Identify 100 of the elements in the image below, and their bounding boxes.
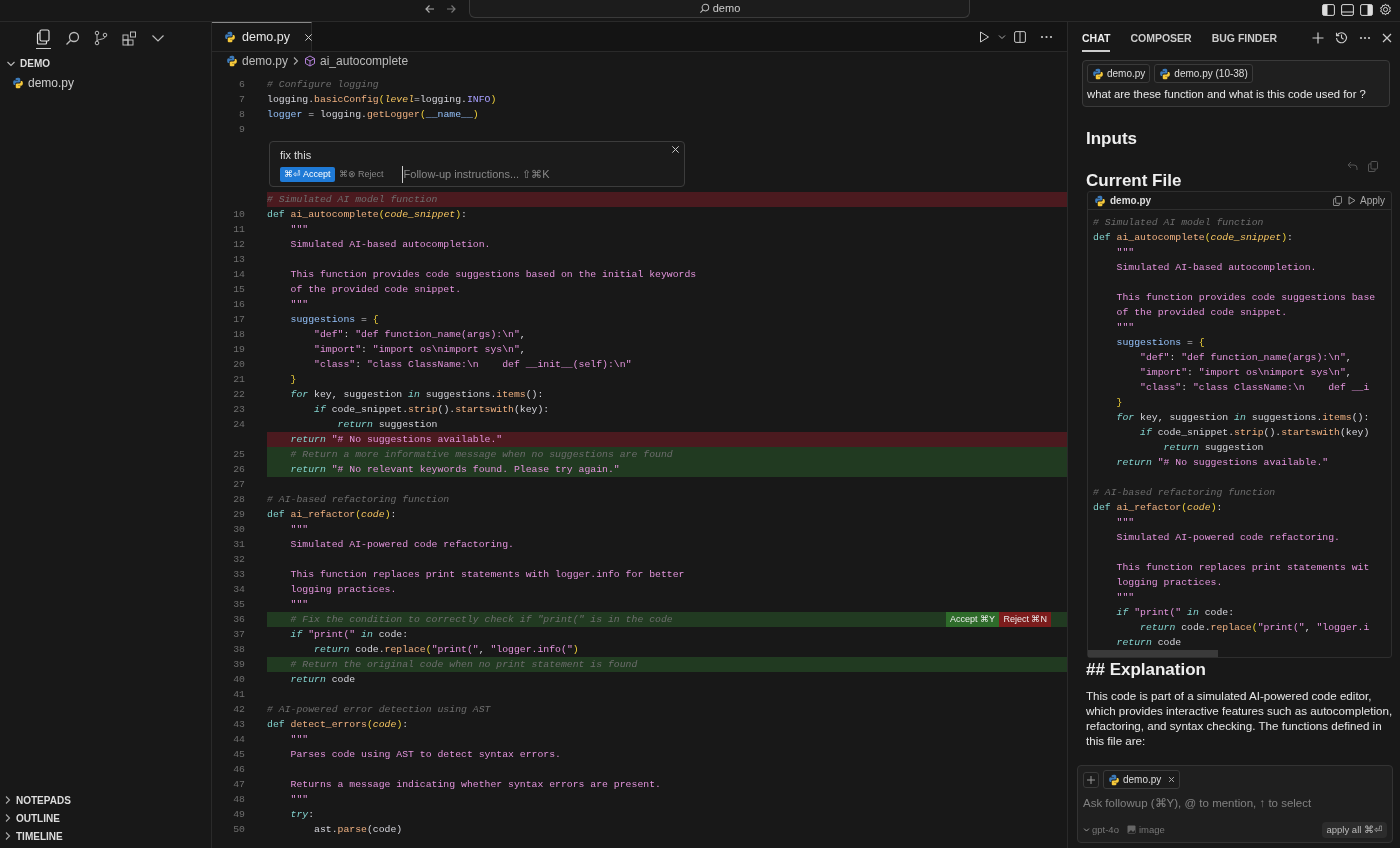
code-line: """ (1115, 591, 1136, 605)
branch-icon[interactable] (94, 30, 108, 46)
add-context-button[interactable] (1083, 771, 1099, 788)
panel-header[interactable]: NOTEPADS (16, 792, 71, 808)
line-number: 11 (232, 223, 246, 237)
accept-button[interactable]: Accept ⌘Y (945, 612, 999, 627)
reject-button[interactable]: ⌘⊗ Reject (334, 166, 388, 182)
code-line: def ai_refactor(code): (267, 508, 398, 522)
line-number: 43 (232, 718, 246, 732)
search-field[interactable]: demo (469, 0, 970, 18)
back-icon[interactable] (424, 3, 436, 15)
more-icon[interactable] (1359, 35, 1371, 40)
line-number: 40 (232, 673, 246, 687)
model-selector[interactable]: gpt-4o (1083, 822, 1119, 837)
code-line: "def": "def function_name(args):\n", (1139, 351, 1353, 365)
code-line: """ (289, 733, 310, 747)
panel-header[interactable]: OUTLINE (16, 810, 60, 826)
settings-icon[interactable] (1379, 3, 1392, 16)
forward-icon[interactable] (445, 3, 457, 15)
code-line: "import": "import os\nimport sys\n", (1139, 366, 1353, 380)
code-line: suggestions = { (289, 313, 380, 327)
apply-all-button[interactable]: apply all ⌘⏎ (1321, 821, 1387, 838)
breadcrumb-item[interactable]: ai_autocomplete (320, 52, 409, 70)
left-panel-icon[interactable] (1322, 3, 1335, 16)
search-icon[interactable] (65, 30, 80, 46)
code-line: This function replaces print statements with logger.info for better (289, 568, 686, 582)
code-line: if "print(" in code: (289, 628, 410, 642)
accept-button[interactable]: ⌘⏎ Accept (280, 166, 335, 182)
code-line: of the provided code snippet. (1115, 306, 1288, 320)
line-number: 50 (232, 823, 246, 837)
line-number: 41 (232, 688, 246, 702)
code-line: "import": "import os\nimport sys\n", (313, 343, 527, 357)
close-icon[interactable] (1168, 776, 1176, 783)
code-line: This function provides code suggestions base (1115, 291, 1377, 305)
code-line: try: (289, 808, 316, 822)
prompt-text: fix this (280, 148, 313, 162)
line-number: 45 (232, 748, 246, 762)
cube-icon (304, 55, 317, 67)
breadcrumb-item[interactable]: demo.py (242, 52, 289, 70)
followup-field[interactable]: Ask followup (⌘Y), @ to mention, ↑ to select (1083, 795, 1387, 813)
close-icon[interactable] (303, 32, 313, 42)
play-icon (1348, 196, 1356, 205)
line-number: 44 (232, 733, 246, 747)
close-icon[interactable] (671, 145, 680, 154)
tab-label: demo.py (242, 28, 290, 46)
caret-icon[interactable] (998, 33, 1006, 40)
folder-name[interactable]: DEMO (20, 56, 50, 71)
code-line: This function provides code suggestions based on the initial keywords (289, 268, 698, 282)
copy-icon[interactable] (1368, 161, 1378, 172)
code-line: } (1115, 396, 1124, 410)
undo-icon[interactable] (1347, 161, 1358, 171)
follow-up-field[interactable]: Follow-up instructions... ⇧⌘K (401, 166, 602, 183)
code-line: for key, suggestion in suggestions.items(): (289, 388, 545, 402)
panel-tab[interactable]: CHAT (1082, 25, 1111, 52)
file-name[interactable]: demo.py (28, 73, 75, 92)
more-icon[interactable] (1040, 34, 1053, 39)
split-editor-icon[interactable] (1014, 30, 1026, 43)
line-number: 15 (232, 283, 246, 297)
file-chip[interactable]: demo.py (1087, 64, 1151, 83)
history-icon[interactable] (1335, 31, 1348, 44)
line-number: 47 (232, 778, 246, 792)
code-line: if "print(" in code: (1115, 606, 1236, 620)
line-number: 6 (238, 78, 246, 92)
reject-button[interactable]: Reject ⌘N (999, 612, 1051, 627)
code-line: def ai_autocomplete(code_snippet): (267, 208, 468, 222)
code-line: # Configure logging (267, 78, 380, 92)
code-line: Simulated AI-powered code refactoring. (1115, 531, 1341, 545)
extensions-icon[interactable] (122, 30, 137, 46)
plus-icon[interactable] (1312, 31, 1324, 44)
close-icon[interactable] (1382, 32, 1392, 43)
line-number: 16 (232, 298, 246, 312)
file-chip[interactable]: demo.py (1103, 770, 1181, 789)
apply-button[interactable]: Apply (1348, 193, 1385, 208)
chevron-down-icon[interactable] (6, 59, 16, 68)
code-line: for key, suggestion in suggestions.items(): (1115, 411, 1371, 425)
code-line: "class": "class ClassName:\n def __init__(self):\n" (313, 358, 633, 372)
code-line: Simulated AI-based autocompletion. (1115, 261, 1318, 275)
right-panel-icon[interactable] (1360, 3, 1373, 16)
run-icon[interactable] (979, 30, 990, 43)
copy-icon[interactable] (1333, 195, 1342, 206)
code-line: } (289, 373, 298, 387)
line-number: 18 (232, 328, 246, 342)
image-button[interactable]: image (1126, 822, 1165, 837)
editor-tab[interactable]: demo.py (212, 22, 312, 51)
code-line: def ai_refactor(code): (1093, 501, 1224, 515)
code-line: return code (289, 673, 357, 687)
file-chip[interactable]: demo.py (10-38) (1154, 64, 1253, 83)
section-heading: ## Explanation (1086, 660, 1207, 680)
chevron-down-icon[interactable] (151, 33, 165, 43)
bottom-panel-icon[interactable] (1341, 3, 1354, 16)
code-line: Parses code using AST to detect syntax errors. (289, 748, 562, 762)
file-icon (12, 76, 24, 89)
line-number: 46 (232, 763, 246, 777)
code-line: ast.parse(code) (313, 823, 404, 837)
panel-tab[interactable]: BUG FINDER (1211, 25, 1277, 52)
files-icon[interactable] (36, 28, 51, 45)
line-number: 42 (232, 703, 246, 717)
scrollbar[interactable] (1088, 650, 1218, 657)
panel-header[interactable]: TIMELINE (16, 828, 63, 844)
panel-tab[interactable]: COMPOSER (1130, 25, 1192, 52)
